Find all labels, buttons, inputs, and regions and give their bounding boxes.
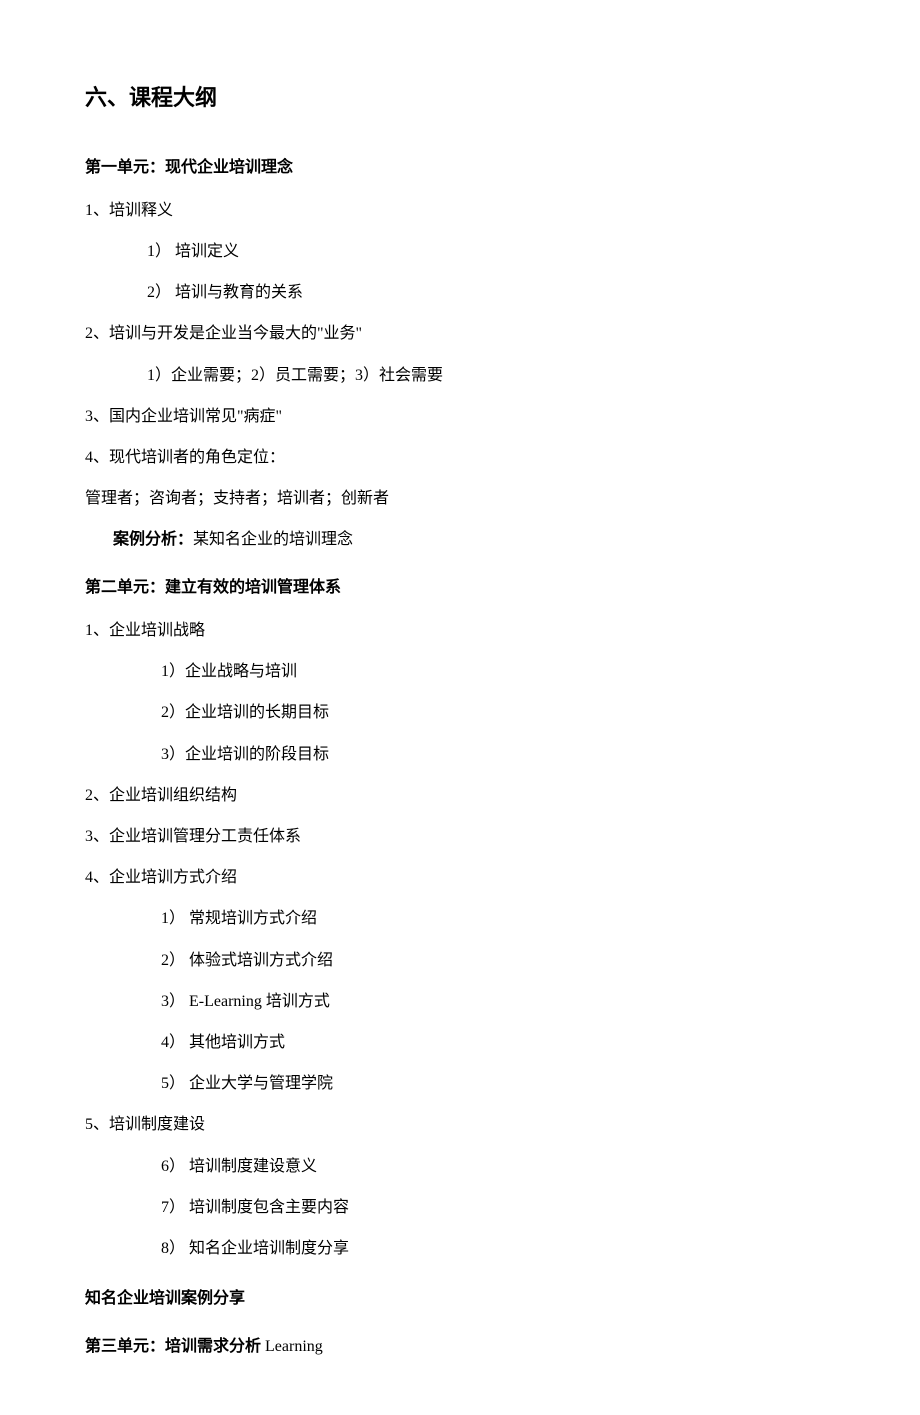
unit2-item4-sub4: 4） 其他培训方式 bbox=[85, 1029, 835, 1056]
main-title: 六、课程大纲 bbox=[85, 80, 835, 115]
unit1-item3: 3、国内企业培训常见"病症" bbox=[85, 403, 835, 430]
unit3-title-suffix: Learning bbox=[261, 1338, 323, 1355]
unit2-item3: 3、企业培训管理分工责任体系 bbox=[85, 823, 835, 850]
case-label: 案例分析： bbox=[113, 531, 193, 548]
unit1-item2-sub: 1）企业需要；2）员工需要；3）社会需要 bbox=[85, 362, 835, 389]
unit2-item5-sub7: 7） 培训制度包含主要内容 bbox=[85, 1194, 835, 1221]
unit1-item1-sub1: 1） 培训定义 bbox=[85, 238, 835, 265]
unit2-item4-sub5: 5） 企业大学与管理学院 bbox=[85, 1070, 835, 1097]
unit1-item4-roles: 管理者；咨询者；支持者；培训者；创新者 bbox=[85, 485, 835, 512]
unit2-item4-sub3: 3） E-Learning 培训方式 bbox=[85, 988, 835, 1015]
unit2-item4-sub2: 2） 体验式培训方式介绍 bbox=[85, 947, 835, 974]
unit1-item1-sub2: 2） 培训与教育的关系 bbox=[85, 279, 835, 306]
unit2-item1: 1、企业培训战略 bbox=[85, 617, 835, 644]
unit2-item4-sub1: 1） 常规培训方式介绍 bbox=[85, 905, 835, 932]
unit2-title: 第二单元：建立有效的培训管理体系 bbox=[85, 575, 835, 601]
case-text: 某知名企业的培训理念 bbox=[193, 531, 353, 548]
unit2-item1-sub2: 2）企业培训的长期目标 bbox=[85, 699, 835, 726]
unit1-item2: 2、培训与开发是企业当今最大的"业务" bbox=[85, 320, 835, 347]
unit2-item2: 2、企业培训组织结构 bbox=[85, 782, 835, 809]
unit2-item1-sub1: 1）企业战略与培训 bbox=[85, 658, 835, 685]
unit2-item5-sub6: 6） 培训制度建设意义 bbox=[85, 1153, 835, 1180]
share-title: 知名企业培训案例分享 bbox=[85, 1286, 835, 1312]
unit2-item5: 5、培训制度建设 bbox=[85, 1111, 835, 1138]
unit1-case: 案例分析：某知名企业的培训理念 bbox=[85, 526, 835, 553]
unit3-title: 第三单元：培训需求分析 Learning bbox=[85, 1334, 835, 1360]
unit1-item1: 1、培训释义 bbox=[85, 197, 835, 224]
unit1-item4: 4、现代培训者的角色定位： bbox=[85, 444, 835, 471]
unit2-item4: 4、企业培训方式介绍 bbox=[85, 864, 835, 891]
unit1-title: 第一单元：现代企业培训理念 bbox=[85, 155, 835, 181]
unit2-item1-sub3: 3）企业培训的阶段目标 bbox=[85, 741, 835, 768]
unit3-title-prefix: 第三单元：培训需求分析 bbox=[85, 1338, 261, 1355]
unit2-item5-sub8: 8） 知名企业培训制度分享 bbox=[85, 1235, 835, 1262]
